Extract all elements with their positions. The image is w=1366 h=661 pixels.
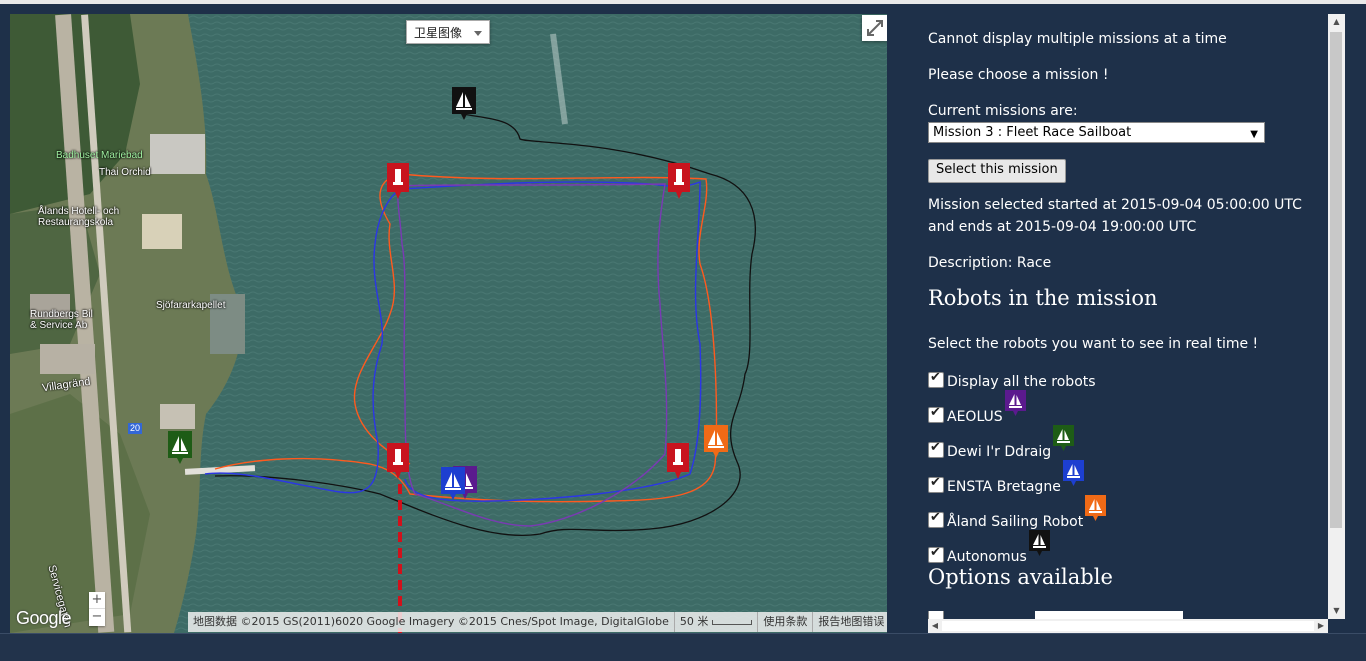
mission-end-text: and ends at 2015-09-04 19:00:00 UTC [928,219,1197,235]
place-label-hotell-1: Ålands Hotell- och [38,206,120,217]
robot-checkbox[interactable] [928,440,944,458]
current-missions-label: Current missions are: [928,103,1078,119]
place-label-sjofarar: Sjöfararkapellet [156,300,226,311]
robot-row-autonomus[interactable]: Autonomus [928,530,1050,565]
sailboat-marker-icon[interactable] [452,87,476,120]
place-label-rundbergs-1: Rundbergs Bil [30,309,93,320]
robots-heading: Robots in the mission [928,286,1158,310]
mission-select-value: Mission 3 : Fleet Race Sailboat [933,125,1132,140]
robot-name: AEOLUS [947,409,1003,425]
buoy-icon[interactable] [668,163,690,199]
buoy-icon[interactable] [387,163,409,199]
scroll-left-icon[interactable]: ◀ [928,619,942,633]
scrollbar-thumb[interactable] [1330,32,1342,528]
buoy-icon[interactable] [667,443,689,479]
scroll-down-icon[interactable]: ▼ [1328,603,1345,619]
map-type-label: 卫星图像 [414,26,463,40]
horizontal-scrollbar[interactable]: ◀ ▶ [928,619,1328,633]
mission-map[interactable]: Badhuset Mariebad Thai Orchid Ålands Hot… [10,14,887,633]
select-mission-button[interactable]: Select this mission [928,159,1066,183]
scale-indicator: 50 米 [673,612,758,632]
sailboat-icon [1053,425,1075,451]
sailboat-marker-icon[interactable] [168,431,192,464]
robot-name: ENSTA Bretagne [947,479,1061,495]
robot-checkbox[interactable] [928,405,944,423]
option-select[interactable] [1035,611,1183,619]
sailboat-marker-icon[interactable] [441,467,465,500]
fullscreen-icon [867,20,883,36]
display-all-label: Display all the robots [947,374,1096,390]
scroll-right-icon[interactable]: ▶ [1314,619,1328,633]
options-row-cutoff [928,611,1188,619]
report-error-link[interactable]: 报告地图错误 [812,612,887,632]
chevron-down-icon [474,31,482,36]
robot-checkbox[interactable] [928,510,944,528]
place-label-badhuset: Badhuset Mariebad [56,150,143,161]
robot-checkbox[interactable] [928,475,944,493]
choose-mission-prompt: Please choose a mission ! [928,67,1109,83]
fullscreen-button[interactable] [862,15,887,41]
multi-mission-notice: Cannot display multiple missions at a ti… [928,31,1227,47]
place-label-rundbergs-2: & Service Ab [30,320,88,331]
map-attribution-bar: 地图数据 ©2015 GS(2011)6020 Google Imagery ©… [188,612,887,632]
mission-panel: Cannot display multiple missions at a ti… [896,14,1328,619]
place-label-thai: Thai Orchid [99,167,151,178]
robot-name: Dewi I'r Ddraig [947,444,1052,460]
google-logo: Google [16,608,72,628]
display-all-robots-row[interactable]: Display all the robots [928,364,1096,390]
robot-checkbox[interactable] [928,545,944,563]
robot-name: Åland Sailing Robot [947,514,1084,530]
option-checkbox[interactable] [928,611,944,619]
sailboat-marker-icon[interactable] [704,425,728,458]
mission-description: Description: Race [928,255,1052,271]
robot-row-dewi[interactable]: Dewi I'r Ddraig [928,425,1075,460]
browser-top-edge [0,0,1366,4]
sailboat-icon [1085,495,1107,521]
display-all-checkbox[interactable] [928,370,944,388]
sailboat-icon [1004,390,1026,416]
attribution-text: 地图数据 ©2015 GS(2011)6020 Google Imagery ©… [193,615,669,628]
map-type-dropdown[interactable]: 卫星图像 [406,20,490,44]
scroll-up-icon[interactable]: ▲ [1328,14,1345,30]
mission-select[interactable]: Mission 3 : Fleet Race Sailboat ▼ [928,122,1265,143]
buoy-icon[interactable] [387,443,409,479]
zoom-in-button[interactable]: + [89,592,105,608]
place-label-hotell-2: Restaurangskola [38,217,114,228]
dropdown-arrow-icon: ▼ [1250,129,1258,140]
page-footer [0,633,1366,661]
robot-row-aeolus[interactable]: AEOLUS [928,390,1026,425]
map-imagery [10,14,887,633]
robots-instruction: Select the robots you want to see in rea… [928,336,1259,352]
zoom-control: + − [89,592,105,626]
zoom-out-button[interactable]: − [89,608,105,625]
terms-link[interactable]: 使用条款 [757,612,812,632]
vertical-scrollbar[interactable]: ▲ ▼ [1328,14,1345,619]
hscrollbar-thumb[interactable] [942,621,1314,631]
mission-start-text: Mission selected started at 2015-09-04 0… [928,197,1302,213]
scale-label: 50 米 [679,615,709,628]
road-shield: 20 [128,423,143,434]
robot-row-aland[interactable]: Åland Sailing Robot [928,495,1107,530]
robot-name: Autonomus [947,549,1027,565]
sailboat-icon [1062,460,1084,486]
sailboat-icon [1028,530,1050,556]
scale-bar [712,619,753,625]
robot-row-ensta[interactable]: ENSTA Bretagne [928,460,1084,495]
options-heading: Options available [928,565,1113,589]
